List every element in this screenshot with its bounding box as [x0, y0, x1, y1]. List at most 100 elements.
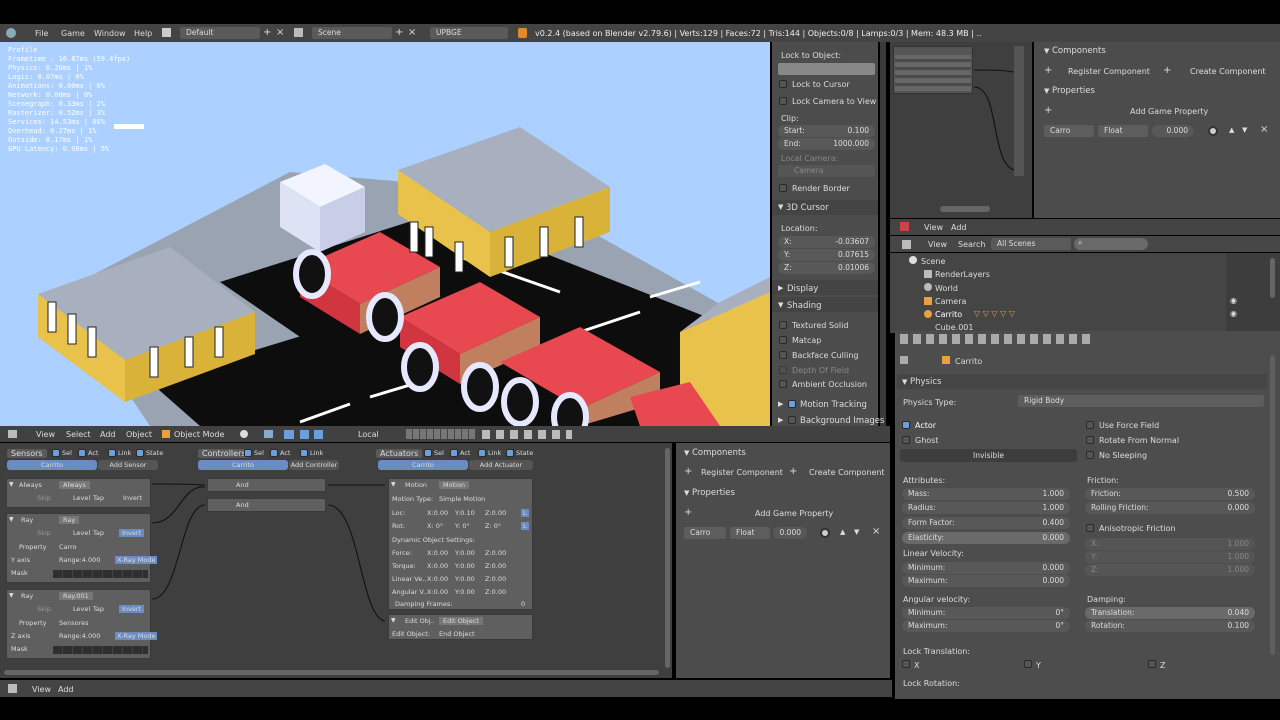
scene-field[interactable]: Scene: [312, 27, 392, 39]
outliner-menu-add[interactable]: Add: [951, 223, 967, 232]
damp-translation-field[interactable]: Translation: 0.040: [1085, 607, 1255, 619]
engine-select[interactable]: UPBGE: [430, 27, 508, 39]
outliner-item-renderlayers[interactable]: RenderLayers: [935, 270, 990, 279]
layout-icon[interactable]: [162, 28, 171, 37]
add-game-property-mid-button[interactable]: Add Game Property: [755, 509, 833, 518]
eye-icon[interactable]: ◉: [1230, 296, 1237, 305]
ang-min-field[interactable]: Minimum: 0°: [902, 607, 1070, 619]
menu-select[interactable]: Select: [66, 430, 91, 439]
no-sleeping-checkbox[interactable]: [1086, 451, 1094, 459]
properties-top-header[interactable]: Properties: [1052, 86, 1095, 96]
ang-max-field[interactable]: Maximum: 0°: [902, 620, 1070, 632]
mass-field[interactable]: Mass: 1.000: [902, 488, 1070, 500]
move-down-mid-icon[interactable]: ▼: [854, 528, 859, 536]
actor-checkbox[interactable]: [902, 421, 910, 429]
prop-type-top-select[interactable]: Float: [1098, 125, 1148, 137]
move-up-top-icon[interactable]: ▲: [1229, 126, 1234, 134]
outliner-item-world[interactable]: World: [935, 284, 958, 293]
backface-checkbox[interactable]: [779, 351, 787, 359]
logic-hscroll[interactable]: [4, 670, 659, 675]
outliner-scrollbar[interactable]: [1270, 258, 1275, 298]
outliner-item-carrito[interactable]: Carrito: [935, 310, 962, 319]
editor-type-icon[interactable]: [8, 430, 17, 438]
3d-viewport[interactable]: [0, 42, 770, 426]
invisible-toggle[interactable]: Invisible: [900, 449, 1077, 462]
shading-expand-icon[interactable]: ▼: [778, 301, 783, 309]
outliner-item-camera[interactable]: Camera: [935, 297, 966, 306]
physics-expand-icon[interactable]: ▼: [902, 378, 907, 386]
prop-value-top-field[interactable]: 0.000: [1152, 125, 1194, 137]
background-images-checkbox[interactable]: [788, 416, 796, 424]
outliner-menu-view[interactable]: View: [924, 223, 943, 232]
outliner-scope-select[interactable]: All Scenes: [991, 238, 1071, 250]
radius-field[interactable]: Radius: 1.000: [902, 502, 1070, 514]
ao-checkbox[interactable]: [779, 380, 787, 388]
textured-solid-checkbox[interactable]: [779, 321, 787, 329]
clip-end-field[interactable]: End: 1000.000: [778, 138, 875, 150]
properties-top-expand-icon[interactable]: ▼: [1044, 87, 1049, 95]
create-component-mid-button[interactable]: Create Component: [809, 468, 885, 477]
lock-trans-x-checkbox[interactable]: [902, 660, 910, 668]
layer-grid[interactable]: [406, 429, 476, 439]
render-icons[interactable]: [482, 430, 572, 439]
ghost-checkbox[interactable]: [902, 436, 910, 444]
matcap-checkbox[interactable]: [779, 336, 787, 344]
bottom-menu-view[interactable]: View: [32, 685, 51, 694]
components-mid-expand-icon[interactable]: ▼: [684, 449, 689, 457]
display-header[interactable]: Display: [787, 284, 818, 294]
outliner-editor-icon[interactable]: [900, 222, 909, 231]
prop-name-top-field[interactable]: Carro: [1044, 125, 1094, 137]
local-camera-field[interactable]: Camera: [778, 165, 875, 177]
physics-header[interactable]: Physics: [910, 377, 941, 387]
motion-tracking-expand-icon[interactable]: ▶: [778, 400, 783, 408]
scene-close-icon[interactable]: ×: [408, 27, 416, 38]
remove-prop-mid-icon[interactable]: ×: [872, 526, 880, 537]
lock-trans-z-checkbox[interactable]: [1148, 660, 1156, 668]
cursor-x-field[interactable]: X: -0.03607: [778, 236, 875, 248]
properties-mid-expand-icon[interactable]: ▼: [684, 489, 689, 497]
menu-game[interactable]: Game: [61, 29, 85, 38]
panel-scrollbar[interactable]: [880, 42, 886, 426]
move-up-mid-icon[interactable]: ▲: [840, 528, 845, 536]
motion-tracking-checkbox[interactable]: [788, 400, 796, 408]
outliner-search-input[interactable]: [1074, 238, 1148, 250]
layout-add-icon[interactable]: +: [263, 27, 271, 38]
create-component-top-button[interactable]: Create Component: [1190, 67, 1266, 76]
cursor-z-field[interactable]: Z: 0.01006: [778, 262, 875, 274]
display-expand-icon[interactable]: ▶: [778, 284, 783, 292]
outliner-view[interactable]: View: [928, 240, 947, 249]
remove-prop-top-icon[interactable]: ×: [1260, 124, 1268, 135]
mini-hscroll[interactable]: [940, 206, 990, 212]
lock-trans-y-checkbox[interactable]: [1024, 660, 1032, 668]
properties-scrollbar[interactable]: [1270, 355, 1275, 655]
aniso-y-field[interactable]: Y: 1.000: [1085, 551, 1255, 563]
pin-icon[interactable]: [900, 356, 908, 364]
menu-add[interactable]: Add: [100, 430, 116, 439]
scene-icon[interactable]: [294, 28, 303, 37]
anisotropic-checkbox[interactable]: [1086, 524, 1094, 532]
logic-vscroll[interactable]: [665, 448, 670, 668]
shading-header[interactable]: Shading: [787, 301, 822, 311]
elasticity-field[interactable]: Elasticity: 0.000: [902, 532, 1070, 544]
rotate-normal-checkbox[interactable]: [1086, 436, 1094, 444]
properties-tabs[interactable]: [900, 334, 1090, 344]
cursor-expand-icon[interactable]: ▼: [778, 203, 783, 211]
aniso-z-field[interactable]: Z: 1.000: [1085, 564, 1255, 576]
components-mid-header[interactable]: Components: [692, 448, 746, 458]
rotate-icon[interactable]: [300, 430, 309, 439]
layout-field[interactable]: Default: [180, 27, 260, 39]
add-game-property-top-button[interactable]: Add Game Property: [1130, 107, 1208, 116]
menu-file[interactable]: File: [35, 29, 48, 38]
prop-value-mid-field[interactable]: 0.000: [773, 527, 807, 539]
register-component-top-button[interactable]: Register Component: [1068, 67, 1150, 76]
manipulator-icon[interactable]: [284, 430, 294, 439]
layout-close-icon[interactable]: ×: [276, 27, 284, 38]
menu-window[interactable]: Window: [94, 29, 126, 38]
prop-type-mid-select[interactable]: Float: [730, 527, 770, 539]
prop-name-mid-field[interactable]: Carro: [684, 527, 726, 539]
eye-icon[interactable]: ◉: [1230, 309, 1237, 318]
menu-help[interactable]: Help: [134, 29, 152, 38]
use-force-checkbox[interactable]: [1086, 421, 1094, 429]
pivot-local[interactable]: Local: [358, 430, 379, 439]
lin-min-field[interactable]: Minimum: 0.000: [902, 562, 1070, 574]
